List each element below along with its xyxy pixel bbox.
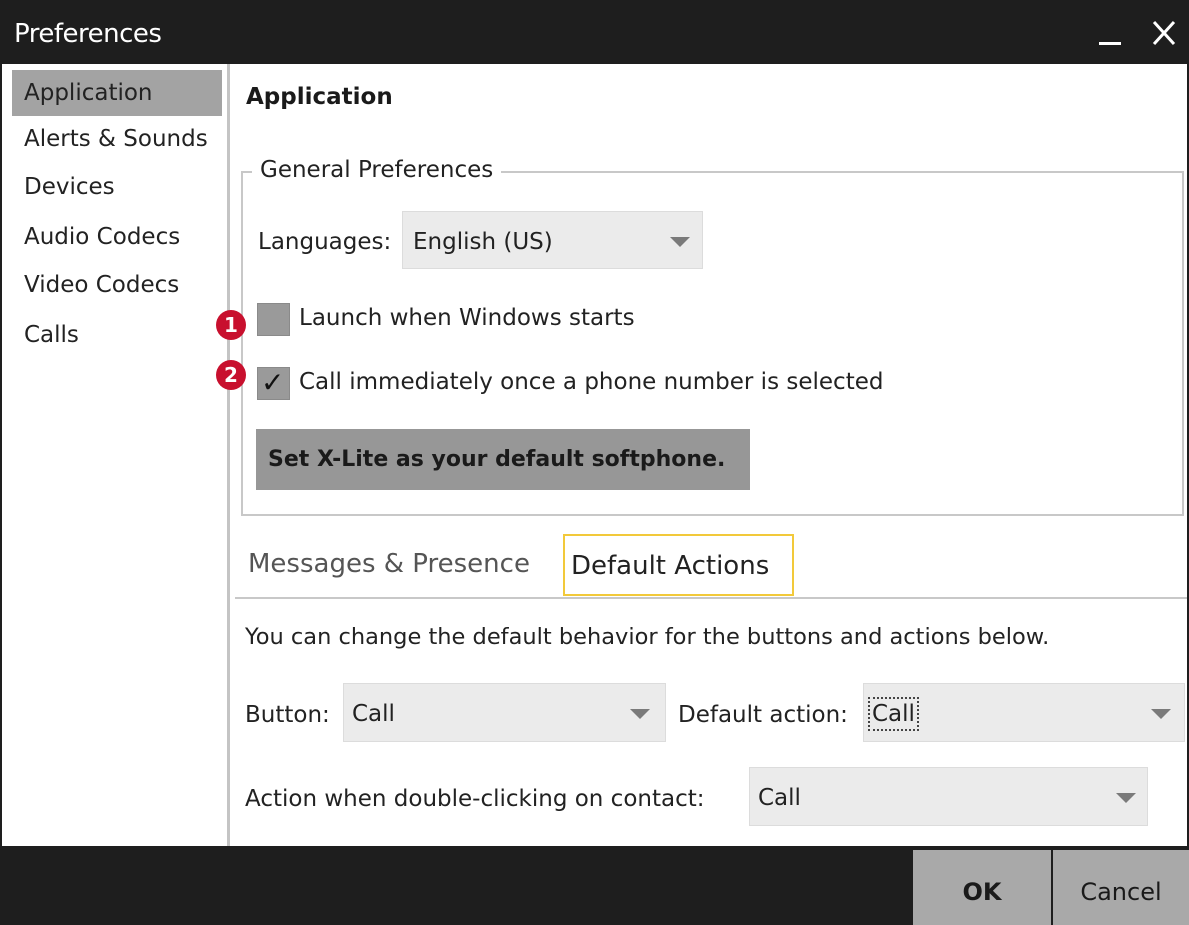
chevron-down-icon — [1116, 793, 1136, 803]
group-legend: General Preferences — [252, 157, 502, 183]
cancel-button[interactable]: Cancel — [1053, 850, 1189, 925]
call-immediately-checkbox[interactable]: ✓ — [257, 366, 290, 400]
tab-default-actions[interactable]: Default Actions — [563, 534, 794, 596]
page-title: Application — [246, 84, 393, 110]
preferences-window: Preferences Application Alerts & Sounds … — [0, 0, 1189, 925]
title-bar: Preferences — [2, 0, 1187, 64]
sidebar-item-calls[interactable]: Calls — [12, 312, 222, 358]
double-click-label: Action when double-clicking on contact: — [245, 786, 705, 812]
chevron-down-icon — [670, 237, 690, 247]
sidebar: Application Alerts & Sounds Devices Audi… — [2, 64, 230, 846]
launch-on-startup-label: Launch when Windows starts — [299, 305, 635, 331]
checkmark-icon: ✓ — [261, 366, 285, 399]
minimize-icon[interactable] — [1099, 42, 1121, 45]
language-select[interactable]: English (US) — [402, 211, 703, 269]
tabs-divider — [235, 597, 1187, 599]
call-immediately-label: Call immediately once a phone number is … — [299, 369, 884, 395]
sidebar-item-video-codecs[interactable]: Video Codecs — [12, 262, 222, 308]
double-click-action-select[interactable]: Call — [749, 767, 1148, 826]
double-click-value: Call — [758, 785, 801, 811]
chevron-down-icon — [1151, 709, 1171, 719]
default-actions-description: You can change the default behavior for … — [245, 624, 1050, 650]
default-action-value: Call — [868, 697, 919, 731]
sidebar-item-audio-codecs[interactable]: Audio Codecs — [12, 214, 222, 260]
sidebar-item-alerts-sounds[interactable]: Alerts & Sounds — [12, 116, 222, 162]
default-action-select[interactable]: Call — [863, 683, 1185, 742]
ok-button[interactable]: OK — [913, 850, 1051, 925]
chevron-down-icon — [630, 709, 650, 719]
set-default-softphone-button[interactable]: Set X-Lite as your default softphone. — [256, 429, 750, 490]
language-value: English (US) — [413, 229, 553, 255]
button-select[interactable]: Call — [343, 683, 666, 742]
annotation-badge-2: 2 — [216, 360, 246, 390]
button-label: Button: — [245, 702, 330, 728]
default-action-label: Default action: — [678, 702, 848, 728]
annotation-badge-1: 1 — [216, 310, 246, 340]
tab-messages-presence[interactable]: Messages & Presence — [248, 534, 530, 596]
sidebar-item-application[interactable]: Application — [12, 70, 222, 116]
window-title: Preferences — [14, 19, 162, 49]
close-icon[interactable] — [1149, 16, 1179, 48]
button-select-value: Call — [352, 701, 395, 727]
sidebar-item-devices[interactable]: Devices — [12, 164, 222, 210]
launch-on-startup-checkbox[interactable] — [257, 303, 290, 336]
languages-label: Languages: — [258, 229, 392, 255]
